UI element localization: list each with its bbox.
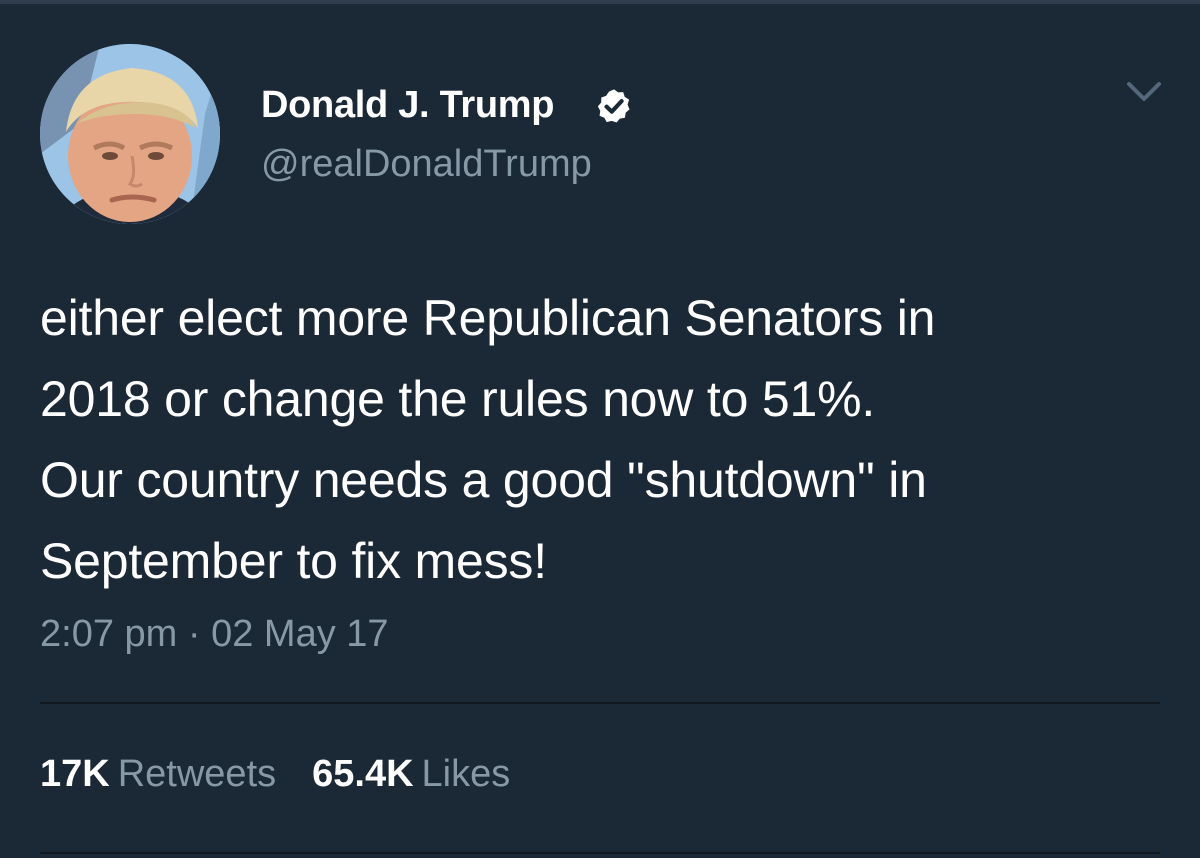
avatar[interactable] xyxy=(40,44,220,224)
retweets-label: Retweets xyxy=(117,753,277,795)
tweet-text-line: either elect more Republican Senators in xyxy=(40,290,936,346)
tweet-text-line: September to fix mess! xyxy=(40,533,547,589)
timestamp-separator: · xyxy=(187,613,201,655)
divider xyxy=(40,702,1160,704)
retweets-count: 17K xyxy=(40,753,110,795)
tweet-text: either elect more Republican Senators in… xyxy=(40,278,1180,602)
divider xyxy=(40,852,1160,854)
top-border xyxy=(0,0,1200,4)
tweet-date: 02 May 17 xyxy=(211,613,389,655)
tweet-time: 2:07 pm xyxy=(40,613,178,655)
author-name[interactable]: Donald J. Trump xyxy=(261,84,555,127)
tweet-timestamp[interactable]: 2:07 pm · 02 May 17 xyxy=(40,613,389,656)
chevron-down-icon[interactable] xyxy=(1124,78,1164,106)
likes-count: 65.4K xyxy=(312,753,414,795)
engagement-stats: 17K Retweets 65.4K Likes xyxy=(40,753,546,796)
retweets-stat[interactable]: 17K Retweets xyxy=(40,753,276,796)
verified-badge-icon xyxy=(595,87,633,125)
likes-label: Likes xyxy=(421,753,511,795)
likes-stat[interactable]: 65.4K Likes xyxy=(312,753,510,796)
author-handle[interactable]: @realDonaldTrump xyxy=(261,143,592,186)
avatar-portrait xyxy=(40,44,220,224)
tweet-text-line: 2018 or change the rules now to 51%. xyxy=(40,371,876,427)
tweet-text-line: Our country needs a good "shutdown" in xyxy=(40,452,927,508)
